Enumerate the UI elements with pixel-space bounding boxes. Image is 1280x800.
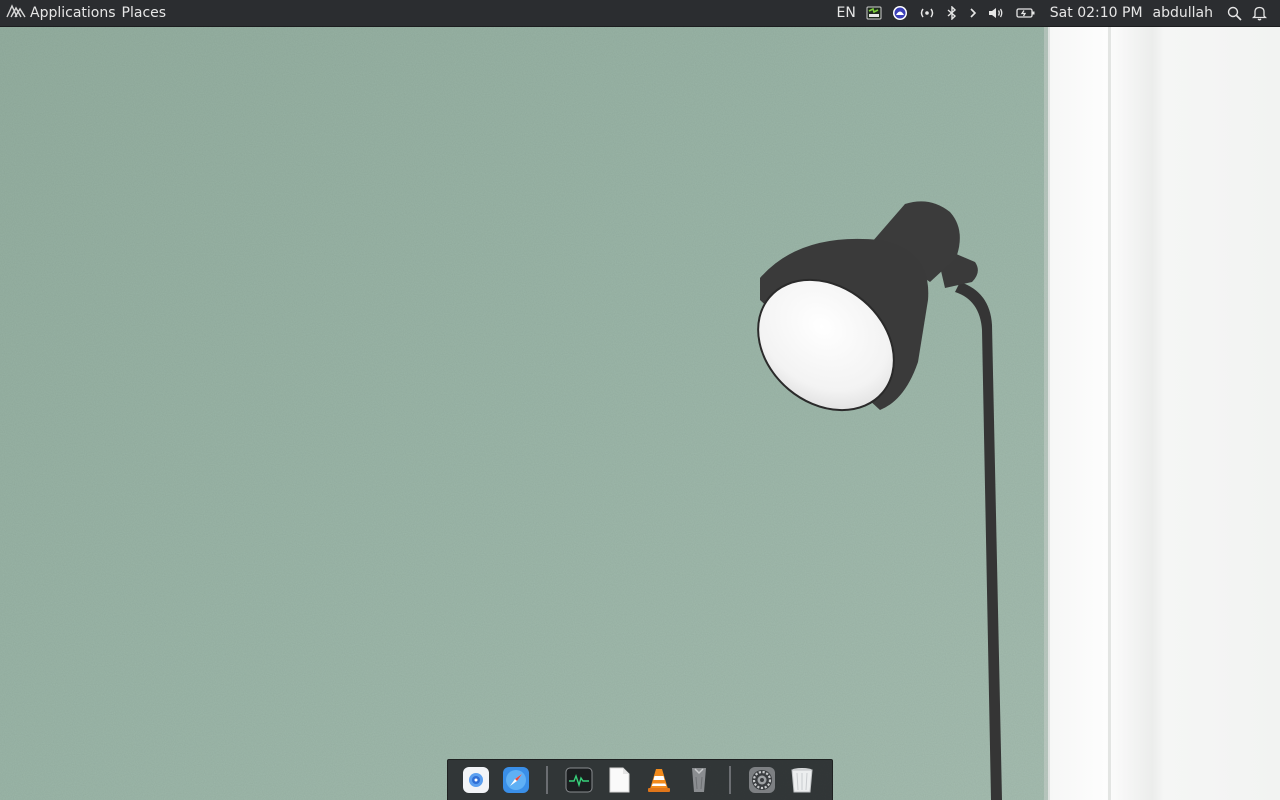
trash-icon xyxy=(791,768,813,793)
user-menu[interactable]: abdullah xyxy=(1148,0,1218,26)
blank-document-icon xyxy=(609,767,630,793)
dock-item-bin-app[interactable] xyxy=(683,764,715,796)
dock-item-text-editor[interactable] xyxy=(603,764,635,796)
vlc-cone-icon xyxy=(648,769,670,792)
clock-label: Sat 02:10 PM xyxy=(1049,4,1143,21)
dock-separator xyxy=(546,766,548,794)
dock-item-activity-monitor[interactable] xyxy=(563,764,595,796)
wallpaper-image xyxy=(0,0,1280,800)
username-label: abdullah xyxy=(1152,4,1213,21)
dock-separator xyxy=(729,766,731,794)
bin-icon xyxy=(692,768,706,792)
panel-left-section: Applications Places xyxy=(0,0,169,26)
clock[interactable]: Sat 02:10 PM xyxy=(1041,0,1148,26)
tray-app-green-icon[interactable] xyxy=(861,0,887,26)
volume-icon[interactable] xyxy=(983,0,1011,26)
panel-tray: EN Sat 02:10 PM abdullah xyxy=(831,0,1280,26)
bluetooth-icon[interactable] xyxy=(941,0,963,26)
safari-compass-icon xyxy=(503,767,529,793)
finder-icon xyxy=(463,767,489,793)
distro-logo-icon xyxy=(6,4,26,22)
keyboard-layout-indicator[interactable]: EN xyxy=(831,0,860,26)
dock-item-finder[interactable] xyxy=(460,764,492,796)
dock-item-safari[interactable] xyxy=(500,764,532,796)
dock-item-system-preferences[interactable] xyxy=(746,764,778,796)
dock-item-trash[interactable] xyxy=(786,764,818,796)
places-menu-button[interactable]: Places xyxy=(119,0,170,26)
top-panel: Applications Places EN Sat 02:10 PM abdu… xyxy=(0,0,1280,27)
chevron-right-icon[interactable] xyxy=(963,0,983,26)
notifications-bell-icon[interactable] xyxy=(1247,0,1272,26)
gear-icon xyxy=(749,767,775,793)
network-icon[interactable] xyxy=(913,0,941,26)
applications-label: Applications xyxy=(30,4,116,21)
dock xyxy=(447,759,833,800)
applications-menu-button[interactable]: Applications xyxy=(3,0,119,26)
dock-item-vlc[interactable] xyxy=(643,764,675,796)
search-icon[interactable] xyxy=(1218,0,1247,26)
tray-app-round-icon[interactable] xyxy=(887,0,913,26)
activity-monitor-icon xyxy=(565,767,593,793)
desktop[interactable]: Applications Places EN Sat 02:10 PM abdu… xyxy=(0,0,1280,800)
battery-charging-icon[interactable] xyxy=(1011,0,1041,26)
places-label: Places xyxy=(121,4,167,21)
keyboard-layout-label: EN xyxy=(836,4,856,21)
